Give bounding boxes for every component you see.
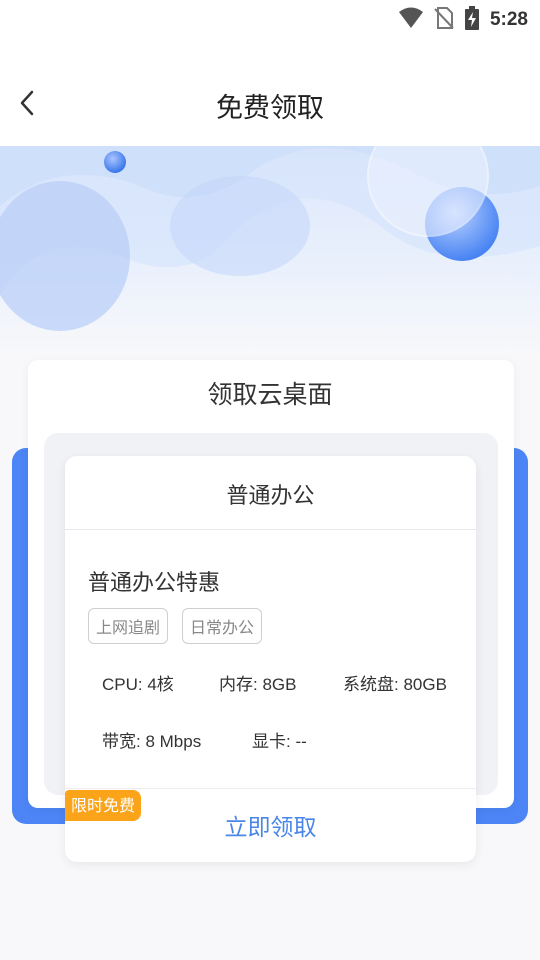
- page-title: 免费领取: [216, 93, 324, 124]
- divider: [65, 529, 476, 530]
- nav-bar: 免费领取: [0, 36, 540, 146]
- tag-item: 上网追剧: [88, 608, 169, 644]
- status-bar: 5:28: [0, 0, 540, 36]
- spec-memory: 内存: 8GB: [219, 675, 297, 694]
- wifi-icon: [398, 7, 424, 33]
- spec-cpu: CPU: 4核: [102, 675, 174, 694]
- status-icons: 5:28: [398, 6, 528, 34]
- plan-category: 普通办公: [226, 484, 315, 509]
- no-sim-icon: [434, 7, 454, 33]
- spec-bandwidth: 带宽: 8 Mbps: [102, 732, 202, 751]
- spec-disk: 系统盘: 80GB: [343, 675, 447, 694]
- tag-item: 日常办公: [182, 608, 263, 644]
- plan-tags: 上网追剧 日常办公: [88, 608, 263, 644]
- battery-charging-icon: [464, 6, 480, 34]
- spec-gpu: 显卡: --: [252, 732, 307, 751]
- card-title: 领取云桌面: [207, 380, 333, 409]
- divider: [65, 788, 476, 789]
- limited-free-badge: 限时免费: [65, 790, 142, 821]
- plan-name: 普通办公特惠: [88, 571, 221, 596]
- status-time: 5:28: [489, 9, 528, 30]
- banner-background: [0, 146, 540, 356]
